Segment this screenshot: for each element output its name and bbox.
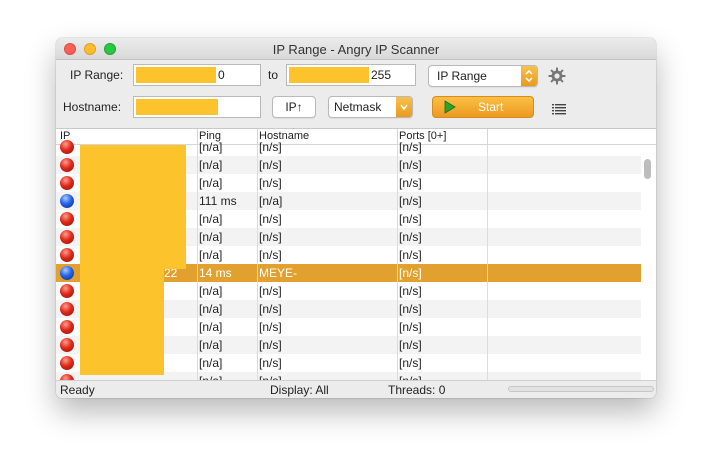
start-button[interactable]: Start (432, 96, 534, 118)
red-dot-icon (60, 212, 74, 226)
cell-hostname: [n/s] (259, 212, 282, 226)
chevron-updown-icon (521, 66, 537, 86)
cell-ping: [n/a] (199, 248, 223, 262)
ip-range-end-value: 255 (371, 68, 392, 82)
window-title: IP Range - Angry IP Scanner (272, 42, 440, 57)
cell-hostname: [n/s] (259, 284, 282, 298)
cell-ping: [n/a] (199, 356, 223, 370)
results-table: IP Ping Hostname Ports [0+] [n/a] [n/s] [n… (56, 128, 656, 390)
red-dot-icon (60, 158, 74, 172)
cell-ports: [n/s] (399, 158, 422, 172)
cell-ports: [n/s] (399, 212, 422, 226)
ip-range-start-field[interactable]: 0 (133, 64, 261, 86)
cell-ports: [n/s] (399, 356, 422, 370)
netmask-select-value: Netmask (334, 100, 382, 114)
vertical-scrollbar[interactable] (644, 159, 651, 179)
red-dot-icon (60, 302, 74, 316)
redacted-ip-column (80, 145, 186, 269)
ip-range-start-value: 0 (218, 68, 225, 82)
cell-ports: [n/s] (399, 176, 422, 190)
feeder-select-value: IP Range (437, 69, 487, 83)
play-icon (444, 100, 456, 114)
to-label: to (268, 68, 279, 82)
cell-hostname: [n/s] (259, 320, 282, 334)
red-dot-icon (60, 338, 74, 352)
cell-ping: [n/a] (199, 284, 223, 298)
threads-count-text: Threads: 0 (388, 383, 446, 397)
feeder-select[interactable]: IP Range (428, 65, 538, 87)
hostname-label: Hostname: (63, 100, 122, 114)
cell-hostname: [n/s] (259, 338, 282, 352)
status-bar: Ready Display: All Threads: 0 (56, 380, 656, 398)
blue-dot-icon (60, 266, 74, 280)
cell-hostname: [n/s] (259, 356, 282, 370)
red-dot-icon (60, 356, 74, 370)
cell-ports: [n/s] (399, 230, 422, 244)
ip-range-end-field[interactable]: 255 (286, 64, 416, 86)
netmask-select[interactable]: Netmask (328, 96, 413, 118)
cell-ports: [n/s] (399, 194, 422, 208)
red-dot-icon (60, 320, 74, 334)
redacted-ip-start (136, 67, 216, 83)
cell-ports: [n/s] (399, 284, 422, 298)
ip-range-label: IP Range: (70, 68, 124, 82)
redacted-ip-column (80, 269, 164, 375)
cell-hostname: [n/s] (259, 248, 282, 262)
cell-hostname: [n/s] (259, 140, 282, 154)
blue-dot-icon (60, 194, 74, 208)
cell-hostname: [n/s] (259, 230, 282, 244)
scan-progress-bar (508, 386, 654, 392)
cell-ping: [n/a] (199, 158, 223, 172)
cell-ping: [n/a] (199, 320, 223, 334)
toolbar: IP Range: 0 to 255 IP Range Hostname: IP… (56, 61, 656, 126)
cell-hostname: MEYE- (259, 266, 298, 280)
ip-up-button[interactable]: IP↑ (272, 96, 316, 118)
chevron-down-icon (396, 97, 412, 117)
status-text: Ready (60, 383, 95, 397)
cell-ping: [n/a] (199, 140, 223, 154)
app-window: IP Range - Angry IP Scanner IP Range: 0 … (56, 38, 656, 398)
cell-ports: [n/s] (399, 302, 422, 316)
cell-ping: [n/a] (199, 212, 223, 226)
cell-hostname: [n/a] (259, 194, 283, 208)
redacted-ip-end (289, 67, 369, 83)
cell-ping: [n/a] (199, 302, 223, 316)
title-bar: IP Range - Angry IP Scanner (56, 38, 656, 60)
cell-ping: [n/a] (199, 176, 223, 190)
redacted-hostname (136, 99, 218, 115)
red-dot-icon (60, 230, 74, 244)
cell-ports: [n/s] (399, 248, 422, 262)
cell-hostname: [n/s] (259, 176, 282, 190)
red-dot-icon (60, 140, 74, 154)
cell-ports: [n/s] (399, 140, 422, 154)
cell-ping: 111 ms (199, 194, 237, 208)
cell-ping: [n/a] (199, 338, 223, 352)
gear-icon[interactable] (548, 67, 566, 85)
red-dot-icon (60, 284, 74, 298)
cell-ports: [n/s] (399, 266, 422, 280)
cell-ping: [n/a] (199, 230, 223, 244)
list-icon[interactable] (552, 103, 566, 115)
start-button-label: Start (478, 100, 504, 114)
cell-ports: [n/s] (399, 320, 422, 334)
red-dot-icon (60, 248, 74, 262)
cell-hostname: [n/s] (259, 302, 282, 316)
cell-ports: [n/s] (399, 338, 422, 352)
display-filter-text: Display: All (270, 383, 329, 397)
hostname-field[interactable] (133, 96, 261, 118)
cell-ping: 14 ms (199, 266, 232, 280)
cell-hostname: [n/s] (259, 158, 282, 172)
red-dot-icon (60, 176, 74, 190)
